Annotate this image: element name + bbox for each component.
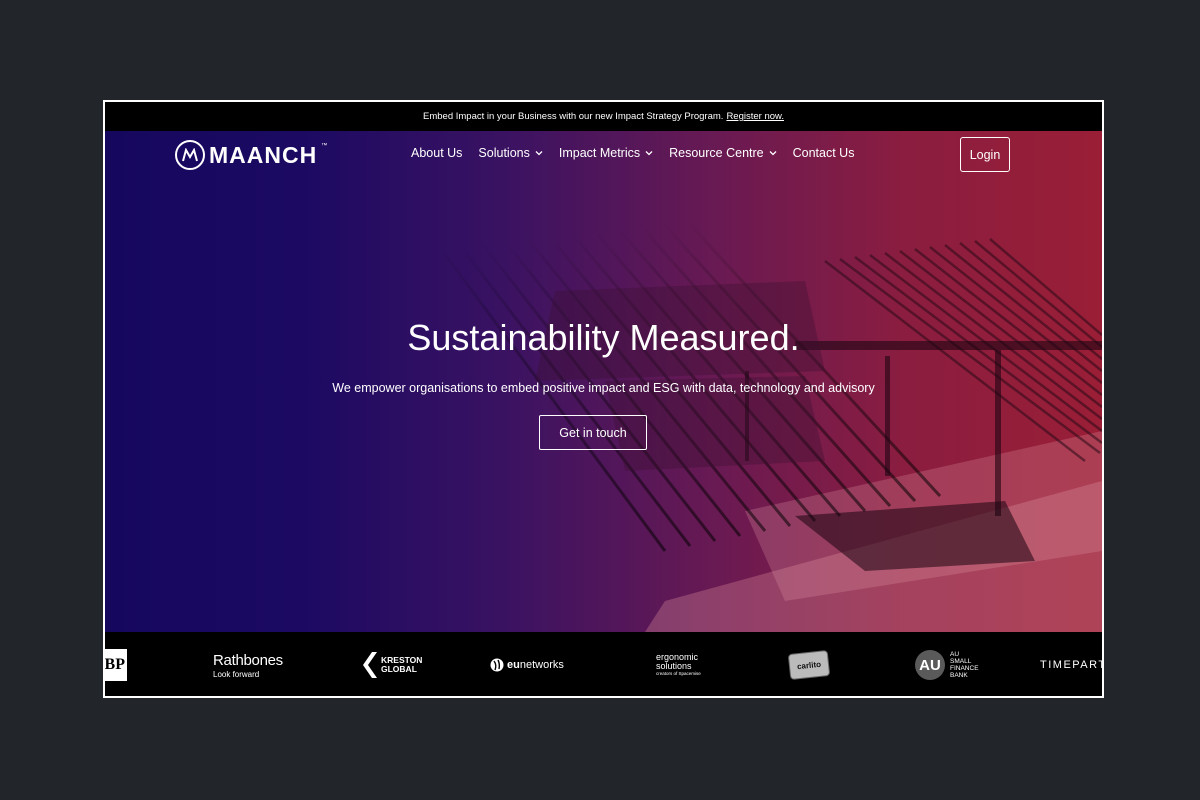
logo-trademark: ™ [321,143,328,149]
nav-item-contact-us[interactable]: Contact Us [793,146,855,160]
au-line-1: AU [950,651,960,658]
au-line-3: FINANCE [950,665,979,672]
timepart-logo: TIMEPART [1040,632,1102,696]
eunetworks-globe-icon [490,658,504,672]
nav-item-about-us[interactable]: About Us [411,146,462,160]
rathbones-name: Rathbones [213,651,283,669]
carlito-logo: carlito [787,632,831,696]
nav-item-impact-metrics[interactable]: Impact Metrics [559,146,653,160]
eunetworks-logo: eunetworks [490,632,564,696]
eunetworks-wordmark: eunetworks [507,659,564,671]
kreston-line-2: GLOBAL [381,664,417,674]
eunetworks-bold: eu [507,659,520,671]
carlito-badge: carlito [787,649,831,681]
hero-section: MAANCH ™ About Us Solutions Impact Metri… [105,131,1102,632]
ergonomic-line-3: creators of Spacemise [656,671,701,676]
hero-headline: Sustainability Measured. [407,317,800,358]
au-small-finance-bank-logo: AU AU SMALL FINANCE BANK [915,632,979,696]
browser-viewport: Embed Impact in your Business with our n… [103,100,1104,698]
nav-item-label: Impact Metrics [558,146,641,160]
nav-item-label: Resource Centre [669,146,764,160]
nav-item-solutions[interactable]: Solutions [478,146,543,160]
nav-item-label: Contact Us [792,146,855,160]
eunetworks-rest: networks [519,659,564,671]
logo-wordmark: MAANCH [209,141,318,168]
ergonomic-crescent-icon [640,655,650,675]
au-wordmark: AU SMALL FINANCE BANK [950,651,979,679]
hero-subline: We empower organisations to embed positi… [332,381,875,395]
ibp-logo: IBP [105,632,127,696]
au-logo-mark: AU [915,650,945,680]
kreston-chevron-icon [363,652,377,678]
chevron-down-icon [769,151,777,156]
partner-logos-strip: IBP Rathbones Look forward KRESTON GLOBA… [105,632,1102,696]
maanch-logo[interactable]: MAANCH ™ [175,140,327,170]
nav-item-label: Solutions [478,146,530,160]
main-nav: MAANCH ™ About Us Solutions Impact Metri… [105,131,1102,179]
ergonomic-wordmark: ergonomic solutions creators of Spacemis… [656,653,701,677]
au-line-2: SMALL [950,658,972,665]
announcement-text: Embed Impact in your Business with our n… [423,111,724,122]
rathbones-logo: Rathbones Look forward [213,632,283,696]
chevron-down-icon [645,151,653,156]
nav-item-label: About Us [411,146,463,160]
rathbones-tagline: Look forward [213,669,260,679]
timepart-wordmark: TIMEPART [1040,659,1102,671]
ergonomic-line-2: solutions [656,661,692,671]
login-button[interactable]: Login [960,137,1010,172]
nav-menu: About Us Solutions Impact Metrics Resour… [411,146,854,160]
kreston-global-logo: KRESTON GLOBAL [360,632,422,696]
maanch-logo-icon [175,140,205,170]
ergonomic-solutions-logo: ergonomic solutions creators of Spacemis… [636,632,701,696]
chevron-down-icon [535,151,543,156]
nav-item-resource-centre[interactable]: Resource Centre [669,146,777,160]
au-line-4: BANK [950,672,968,679]
announcement-bar: Embed Impact in your Business with our n… [105,102,1102,131]
get-in-touch-button[interactable]: Get in touch [539,415,647,450]
ibp-logo-mark: IBP [105,649,127,681]
kreston-wordmark: KRESTON GLOBAL [381,656,422,674]
register-link[interactable]: Register now. [726,111,784,122]
